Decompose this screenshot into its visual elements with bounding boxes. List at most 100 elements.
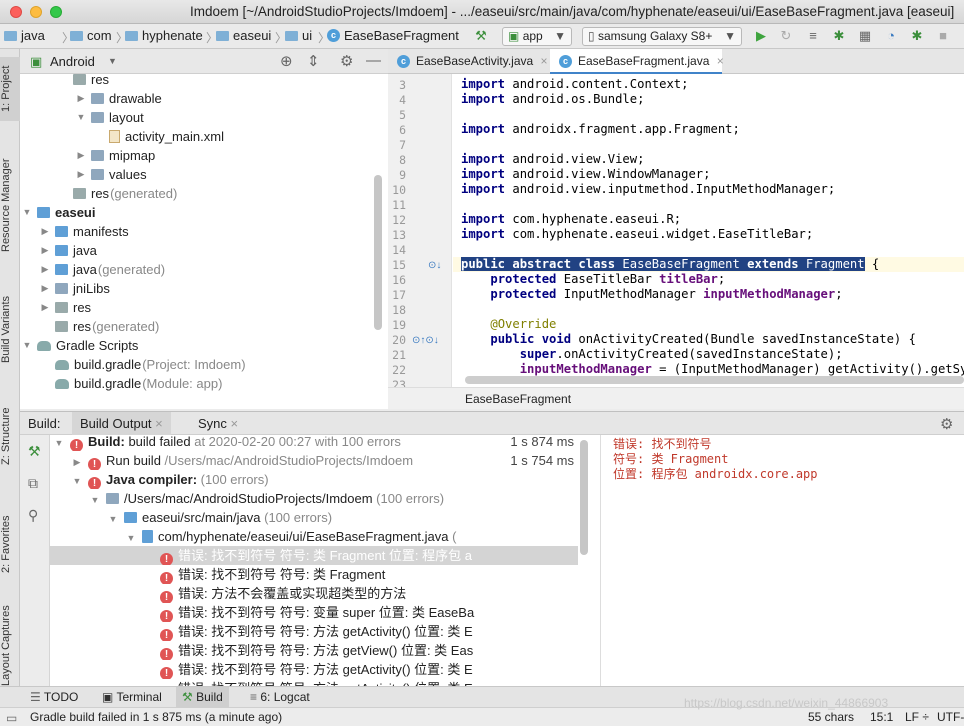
hammer-icon[interactable]: ⚒ — [474, 29, 488, 43]
chevron-down-icon[interactable]: ▼ — [108, 56, 117, 66]
code-line[interactable]: import android.view.inputmethod.InputMet… — [461, 182, 835, 196]
collapse-all-icon[interactable]: ⇕ — [307, 52, 320, 70]
pin-icon[interactable]: ⚲ — [28, 507, 38, 524]
project-tree-item[interactable]: ▶ res — [40, 298, 92, 317]
project-tree-item[interactable]: ▼ easeui — [22, 203, 96, 222]
run-icon[interactable]: ▶ — [754, 29, 768, 43]
tab-resource-manager[interactable]: Resource Manager — [0, 149, 20, 261]
tab-favorites[interactable]: 2: Favorites — [0, 504, 20, 584]
line-separator[interactable]: LF ÷ — [905, 708, 929, 726]
tab-todo[interactable]: ☰ TODO — [24, 687, 84, 707]
code-line[interactable]: public void onActivityCreated(Bundle sav… — [461, 332, 916, 346]
project-tree-item[interactable]: activity_main.xml — [94, 127, 224, 146]
code-editor[interactable]: ⊙↓ ⊙↑⊙↓ 3 4 5 6 7 8 9 10 11 12 13 14 15 16 17 18 19 20 21 2… — [388, 74, 964, 387]
locate-icon[interactable]: ⊕ — [280, 52, 293, 70]
build-error-row[interactable]: ! 错误: 找不到符号 符号: 类 Fragment 位置: 程序包 a — [50, 546, 578, 565]
close-icon[interactable]: × — [541, 54, 548, 68]
gear-icon[interactable]: ⚙ — [940, 415, 953, 433]
code-line[interactable]: public abstract class EaseBaseFragment e… — [461, 257, 879, 271]
debug-icon[interactable]: ✱ — [832, 29, 846, 43]
build-tree-row[interactable]: ▼ /Users/mac/AndroidStudioProjects/Imdoem… — [50, 489, 578, 508]
crumb-class[interactable]: c EaseBaseFragment — [327, 28, 459, 43]
build-error-row[interactable]: ! 错误: 方法不会覆盖或实现超类型的方法 — [50, 584, 578, 603]
tab-build[interactable]: ⚒ Build — [176, 687, 229, 707]
crumb-ui[interactable]: ui — [285, 28, 312, 43]
project-tree-item[interactable]: ▼ layout — [76, 108, 144, 127]
tab-build-variants[interactable]: Build Variants — [0, 289, 20, 369]
expand-arrow-icon[interactable]: ▼ — [90, 491, 100, 508]
editor-breadcrumb-class[interactable]: EaseBaseFragment — [465, 392, 571, 406]
collapse-arrow-icon[interactable]: ▶ — [40, 260, 50, 279]
tab-build-output[interactable]: Build Output × — [72, 412, 171, 435]
tab-sync[interactable]: Sync × — [190, 412, 246, 435]
hammer-icon[interactable]: ⚒ — [28, 443, 41, 460]
collapse-arrow-icon[interactable]: ▶ — [76, 89, 86, 108]
build-error-row[interactable]: !错误: 找不到符号 符号: 方法 getActivity() 位置: 类 E — [50, 622, 578, 641]
close-window-button[interactable] — [10, 6, 22, 18]
code-line[interactable]: import android.content.Context; — [461, 77, 688, 91]
apply-code-changes-icon[interactable]: ≡ — [806, 29, 820, 43]
crumb-easeui[interactable]: easeui — [216, 28, 271, 43]
hide-panel-icon[interactable]: — — [366, 52, 381, 69]
collapse-arrow-icon[interactable]: ▶ — [76, 146, 86, 165]
code-line[interactable]: inputMethodManager = (InputMethodManager… — [461, 362, 964, 376]
project-tree-item[interactable]: ▶ mipmap — [76, 146, 156, 165]
toggle-view-icon[interactable]: ⧉ — [28, 475, 38, 492]
build-error-row[interactable]: ▼! Java compiler: (100 errors) — [50, 470, 578, 489]
build-scrollbar[interactable] — [580, 440, 588, 555]
project-tree-item[interactable]: ▶ manifests — [40, 222, 129, 241]
project-tree-item[interactable]: ▶ drawable — [76, 89, 162, 108]
expand-arrow-icon[interactable]: ▶ — [72, 453, 82, 470]
stop-icon[interactable]: ■ — [936, 29, 950, 43]
project-tree-item[interactable]: ▶ java (generated) — [40, 260, 166, 279]
collapse-arrow-icon[interactable]: ▶ — [40, 241, 50, 260]
build-tree-row[interactable]: ▼ easeui/src/main/java (100 errors) — [50, 508, 578, 527]
expand-arrow-icon[interactable]: ▼ — [54, 435, 64, 451]
code-line[interactable]: import androidx.fragment.app.Fragment; — [461, 122, 740, 136]
close-icon[interactable]: × — [231, 416, 239, 431]
tab-structure[interactable]: Z: Structure — [0, 401, 20, 471]
code-line[interactable]: import com.hyphenate.easeui.R; — [461, 212, 681, 226]
build-error-row[interactable]: ! 错误: 找不到符号 符号: 方法 getView() 位置: 类 Eas — [50, 641, 578, 660]
build-tree-row[interactable]: ▼ com/hyphenate/easeui/ui/EaseBaseFragmen… — [50, 527, 578, 546]
collapse-arrow-icon[interactable]: ▶ — [76, 165, 86, 184]
status-message[interactable]: Gradle build failed in 1 s 875 ms (a min… — [30, 708, 282, 726]
build-error-row[interactable]: ▶! Run build /Users/mac/AndroidStudioProj… — [50, 451, 578, 470]
zoom-window-button[interactable] — [50, 6, 62, 18]
expand-arrow-icon[interactable]: ▼ — [22, 336, 32, 355]
crumb-com[interactable]: com — [70, 28, 112, 43]
coverage-icon[interactable]: ▦ — [858, 29, 872, 43]
expand-arrow-icon[interactable]: ▼ — [22, 203, 32, 222]
tab-terminal[interactable]: ▣ Terminal — [96, 687, 168, 707]
close-icon[interactable]: × — [155, 416, 163, 431]
gear-icon[interactable]: ⚙ — [340, 52, 353, 70]
expand-arrow-icon[interactable]: ▼ — [126, 529, 136, 546]
override-marker-icon[interactable]: ⊙↑⊙↓ — [412, 335, 439, 346]
code-line[interactable]: import com.hyphenate.easeui.widget.EaseT… — [461, 227, 813, 241]
device-select[interactable]: ▯ samsung Galaxy S8+ ▼ — [582, 27, 742, 46]
build-error-row[interactable]: !错误: 找不到符号 符号: 方法 getActivity() 位置: 类 E — [50, 679, 578, 686]
project-tree-item[interactable]: res (generated) — [40, 317, 159, 336]
collapse-arrow-icon[interactable]: ▶ — [40, 279, 50, 298]
file-encoding[interactable]: UTF- — [937, 708, 964, 726]
implemented-marker-icon[interactable]: ⊙↓ — [428, 260, 441, 271]
code-line[interactable]: protected InputMethodManager inputMethod… — [461, 287, 842, 301]
crumb-java[interactable]: java — [4, 28, 45, 43]
project-tree-item[interactable]: ▶ values — [76, 165, 147, 184]
project-tree-item[interactable]: ▶ java — [40, 241, 97, 260]
tab-project[interactable]: 1: Project — [0, 57, 20, 121]
caret-position[interactable]: 15:1 — [870, 708, 893, 726]
profile-icon[interactable]: ◔ — [884, 29, 898, 43]
tab-ease-base-fragment[interactable]: c EaseBaseFragment.java × — [550, 49, 724, 74]
project-tree-item[interactable]: build.gradle (Module: app) — [40, 374, 222, 393]
attach-debugger-icon[interactable]: ✱ — [910, 29, 924, 43]
apply-changes-icon[interactable]: ↻ — [779, 29, 793, 43]
expand-arrow-icon[interactable]: ▼ — [72, 472, 82, 489]
editor-horizontal-scrollbar[interactable] — [465, 376, 964, 384]
expand-arrow-icon[interactable]: ▼ — [76, 108, 86, 127]
build-error-row[interactable]: ! 错误: 找不到符号 符号: 类 Fragment — [50, 565, 578, 584]
code-line[interactable]: protected EaseTitleBar titleBar; — [461, 272, 725, 286]
build-error-row[interactable]: !错误: 找不到符号 符号: 方法 getActivity() 位置: 类 E — [50, 660, 578, 679]
project-tree-item[interactable]: res (generated) — [58, 184, 177, 203]
project-tree-item[interactable]: ▶ jniLibs — [40, 279, 110, 298]
